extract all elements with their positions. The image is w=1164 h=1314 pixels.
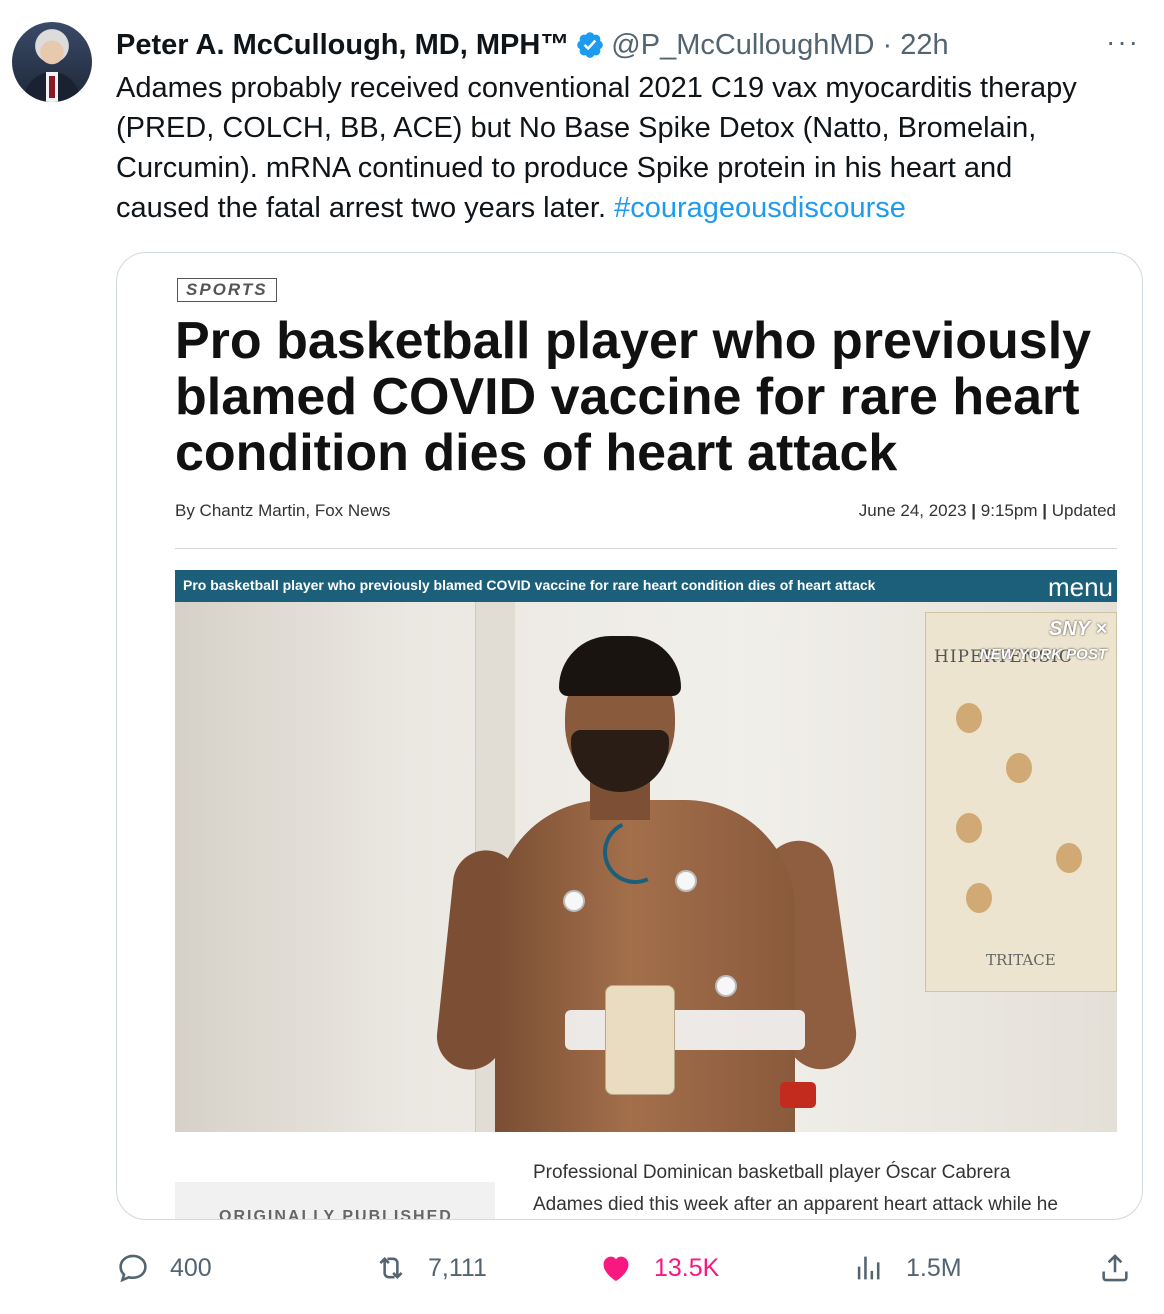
video-title-bar: Pro basketball player who previously bla… — [175, 570, 1117, 602]
reply-count: 400 — [170, 1253, 212, 1282]
video-player[interactable]: HIPERTENSIC TRITACE SNY × NEW YORK POST … — [175, 570, 1117, 1132]
heart-icon — [603, 1256, 629, 1282]
nypost-watermark: NEW YORK POST — [979, 646, 1107, 663]
originally-published-box: ORIGINALLY PUBLISHED — [175, 1182, 495, 1220]
share-icon — [1102, 1254, 1128, 1282]
video-title: Pro basketball player who previously bla… — [183, 577, 876, 593]
reply-button[interactable]: 400 — [116, 1246, 212, 1290]
article-time: 9:15pm — [980, 501, 1038, 520]
like-count: 13.5K — [654, 1253, 720, 1282]
tweet-body: Adames probably received conventional 20… — [116, 72, 1077, 224]
section-tag: SPORTS — [177, 278, 277, 302]
article-body: Professional Dominican basketball player… — [533, 1162, 1058, 1215]
hashtag-link[interactable]: #courageousdiscourse — [614, 192, 906, 224]
tweet-time[interactable]: 22h — [900, 29, 948, 62]
view-count: 1.5M — [906, 1253, 962, 1282]
retweet-button[interactable]: 7,111 — [374, 1246, 487, 1290]
electrode — [715, 975, 737, 997]
views-button[interactable]: 1.5M — [852, 1246, 962, 1290]
poster-figure — [1006, 753, 1032, 783]
date-divider: | — [971, 501, 977, 520]
article-updated: Updated — [1051, 501, 1116, 520]
like-button[interactable]: 13.5K — [598, 1246, 719, 1290]
tweet-text: Adames probably received conventional 20… — [116, 68, 1146, 228]
tweet-header: Peter A. McCullough, MD, MPH™ @P_McCullo… — [116, 24, 949, 66]
poster-figure — [956, 703, 982, 733]
time-divider: | — [1042, 501, 1047, 520]
anatomy-poster: HIPERTENSIC TRITACE — [925, 612, 1117, 992]
article-byline: By Chantz Martin, Fox News — [175, 501, 391, 520]
reply-icon — [119, 1254, 147, 1283]
author-handle[interactable]: @P_McCulloughMD — [611, 29, 874, 62]
divider — [175, 548, 1117, 549]
header-separator: · — [882, 28, 893, 61]
watermark-x: × — [1095, 618, 1107, 640]
share-button[interactable] — [1098, 1246, 1152, 1290]
poster-footer: TRITACE — [986, 951, 1056, 969]
chest-strap — [565, 1010, 805, 1050]
author-avatar[interactable] — [12, 22, 92, 102]
electrode — [675, 870, 697, 892]
retweet-count: 7,111 — [428, 1253, 487, 1282]
article-headline: Pro basketball player who previously bla… — [175, 312, 1092, 482]
avatar-tie — [49, 76, 55, 98]
author-name[interactable]: Peter A. McCullough, MD, MPH™ — [116, 29, 569, 62]
holter-monitor — [605, 985, 675, 1095]
video-menu-button[interactable]: menu — [1048, 572, 1113, 603]
sny-watermark: SNY × — [1049, 618, 1107, 641]
poster-figure — [966, 883, 992, 913]
retweet-icon — [379, 1256, 403, 1280]
article-dateline: June 24, 2023 | 9:15pm | Updated — [859, 501, 1116, 521]
more-options-icon[interactable]: ··· — [1106, 28, 1140, 56]
poster-figure — [1056, 843, 1082, 873]
wrist-watch — [780, 1082, 816, 1108]
article-date: June 24, 2023 — [858, 501, 967, 520]
originally-published-label: ORIGINALLY PUBLISHED — [219, 1208, 453, 1220]
sny-logo: SNY — [1048, 618, 1090, 640]
poster-figure — [956, 813, 982, 843]
views-icon — [857, 1256, 880, 1280]
media-card[interactable]: SPORTS Pro basketball player who previou… — [116, 252, 1143, 1220]
verified-badge-icon[interactable] — [575, 30, 605, 60]
tweet-actions: 400 7,111 13.5K 1.5M — [116, 1246, 1146, 1290]
electrode — [563, 890, 585, 912]
